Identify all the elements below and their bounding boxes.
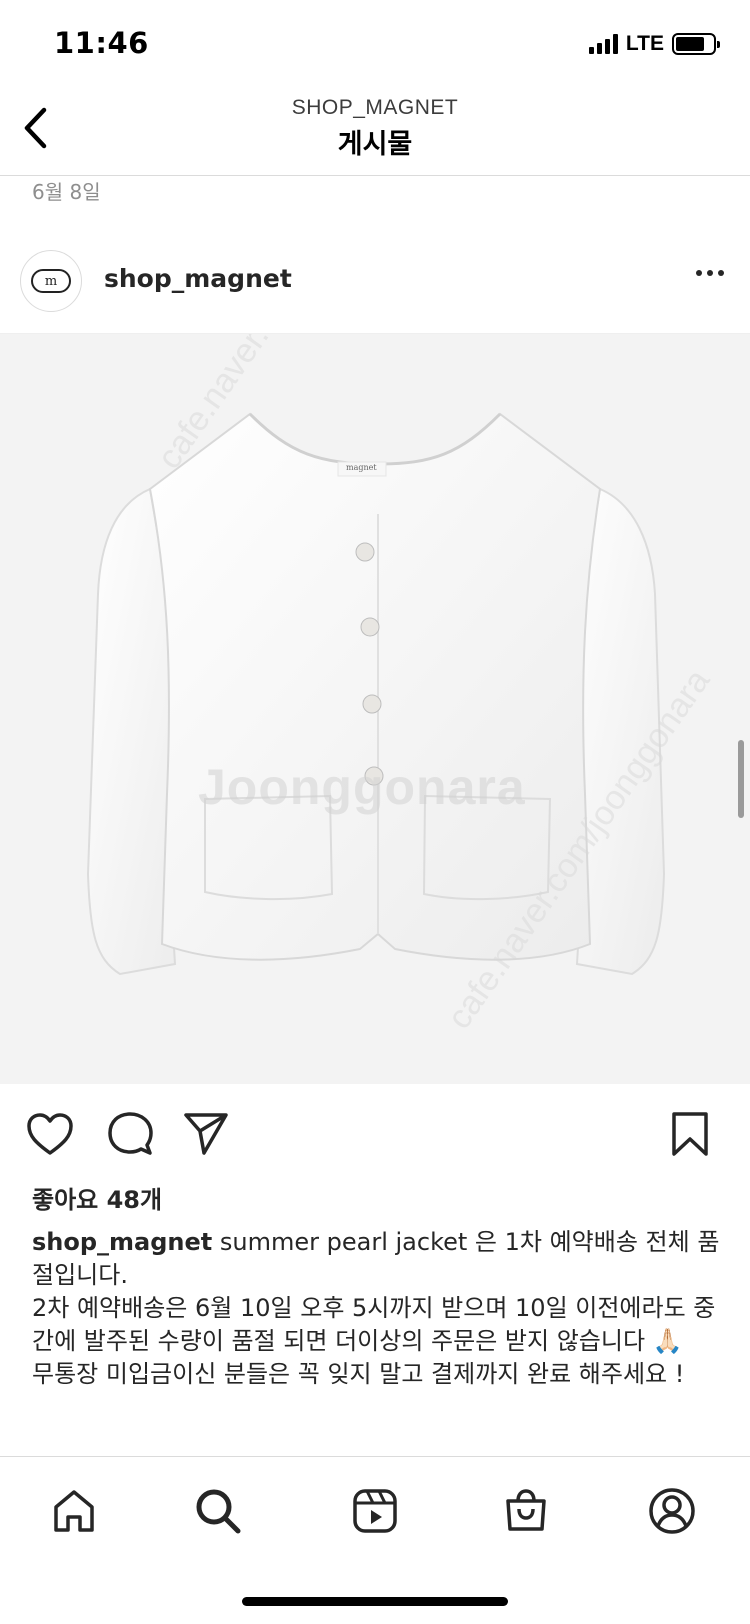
- shop-icon: [506, 1489, 546, 1531]
- nav-titles: SHOP_MAGNET 게시물: [0, 96, 750, 161]
- comment-icon: [108, 1112, 153, 1155]
- caption-username[interactable]: shop_magnet: [32, 1228, 212, 1256]
- nav-bar: SHOP_MAGNET 게시물: [0, 92, 750, 176]
- avatar-logo: m: [31, 269, 71, 293]
- tab-reels[interactable]: [345, 1481, 405, 1541]
- post-username[interactable]: shop_magnet: [104, 264, 292, 293]
- tab-search[interactable]: [188, 1481, 248, 1541]
- bottom-tab-bar: [0, 1456, 750, 1624]
- likes-count[interactable]: 좋아요 48개: [32, 1180, 162, 1215]
- search-icon: [196, 1489, 241, 1534]
- caption-text: 2차 예약배송은 6월 10일 오후 5시까지 받으며 10일 이전에라도 중간…: [32, 1294, 716, 1355]
- battery-icon: [672, 33, 720, 55]
- profile-icon: [649, 1488, 695, 1534]
- paper-plane-icon: [184, 1113, 228, 1155]
- watermark: Joonggonara: [198, 759, 526, 815]
- tab-home[interactable]: [44, 1481, 104, 1541]
- status-bar: 11:46 LTE: [0, 0, 750, 92]
- previous-post-date: 6월 8일: [32, 180, 101, 204]
- home-icon: [54, 1490, 94, 1532]
- bookmark-icon: [672, 1112, 708, 1156]
- post-caption: shop_magnet summer pearl jacket 은 1차 예약배…: [32, 1226, 722, 1391]
- share-button[interactable]: [180, 1108, 232, 1160]
- post-actions: [0, 1108, 750, 1164]
- avatar[interactable]: m: [20, 250, 82, 312]
- network-type: LTE: [625, 32, 664, 55]
- page-title: 게시물: [337, 129, 413, 160]
- caption-text: 무통장 미입금이신 분들은 꼭 잊지 말고 결제까지 완료 해주세요 !: [32, 1360, 685, 1388]
- tab-profile[interactable]: [642, 1481, 702, 1541]
- like-button[interactable]: [24, 1108, 76, 1160]
- post-image[interactable]: magnet Joonggonara cafe.naver.com/joongg…: [0, 334, 750, 1084]
- cellular-signal-icon: [588, 34, 618, 54]
- nav-subtitle: SHOP_MAGNET: [291, 96, 459, 119]
- post-header: m shop_magnet: [0, 222, 750, 334]
- reels-icon: [353, 1489, 397, 1533]
- more-options-button[interactable]: [696, 270, 724, 276]
- jacket-label-text: magnet: [346, 463, 377, 472]
- white-jacket-photo: [86, 412, 666, 976]
- status-time: 11:46: [54, 26, 149, 60]
- scrollbar[interactable]: [738, 740, 744, 818]
- tab-shop[interactable]: [496, 1481, 556, 1541]
- save-button[interactable]: [664, 1108, 716, 1160]
- heart-icon: [27, 1113, 73, 1155]
- more-horizontal-icon: [696, 270, 702, 276]
- comment-button[interactable]: [104, 1108, 156, 1160]
- home-indicator[interactable]: [242, 1597, 508, 1606]
- status-indicators: LTE: [588, 32, 720, 56]
- caption-line: shop_magnet summer pearl jacket 은 1차 예약배…: [32, 1226, 722, 1292]
